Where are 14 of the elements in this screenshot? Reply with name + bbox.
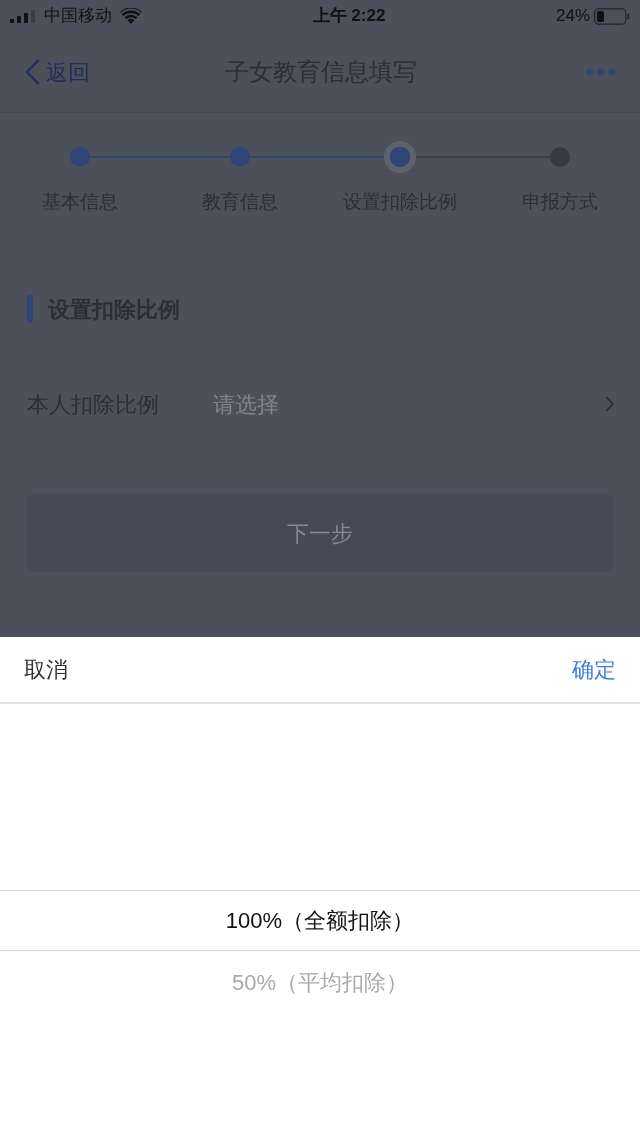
carrier-name: 中国移动 [44, 5, 112, 28]
chevron-right-icon [605, 396, 614, 412]
section-marker [27, 295, 33, 323]
battery-icon [594, 7, 630, 25]
cancel-button[interactable]: 取消 [24, 653, 68, 686]
signal-icon [10, 9, 36, 23]
more-icon[interactable] [586, 68, 616, 76]
wifi-icon [120, 8, 142, 24]
battery-percent: 24% [555, 5, 590, 28]
confirm-button[interactable]: 确定 [572, 653, 616, 686]
picker-option[interactable]: 50%（平均扣除） [0, 951, 640, 1013]
picker-option[interactable]: 100%（全额扣除） [0, 890, 640, 951]
back-chevron-icon [25, 59, 40, 85]
clock-time: 上午 2:22 [312, 5, 386, 28]
